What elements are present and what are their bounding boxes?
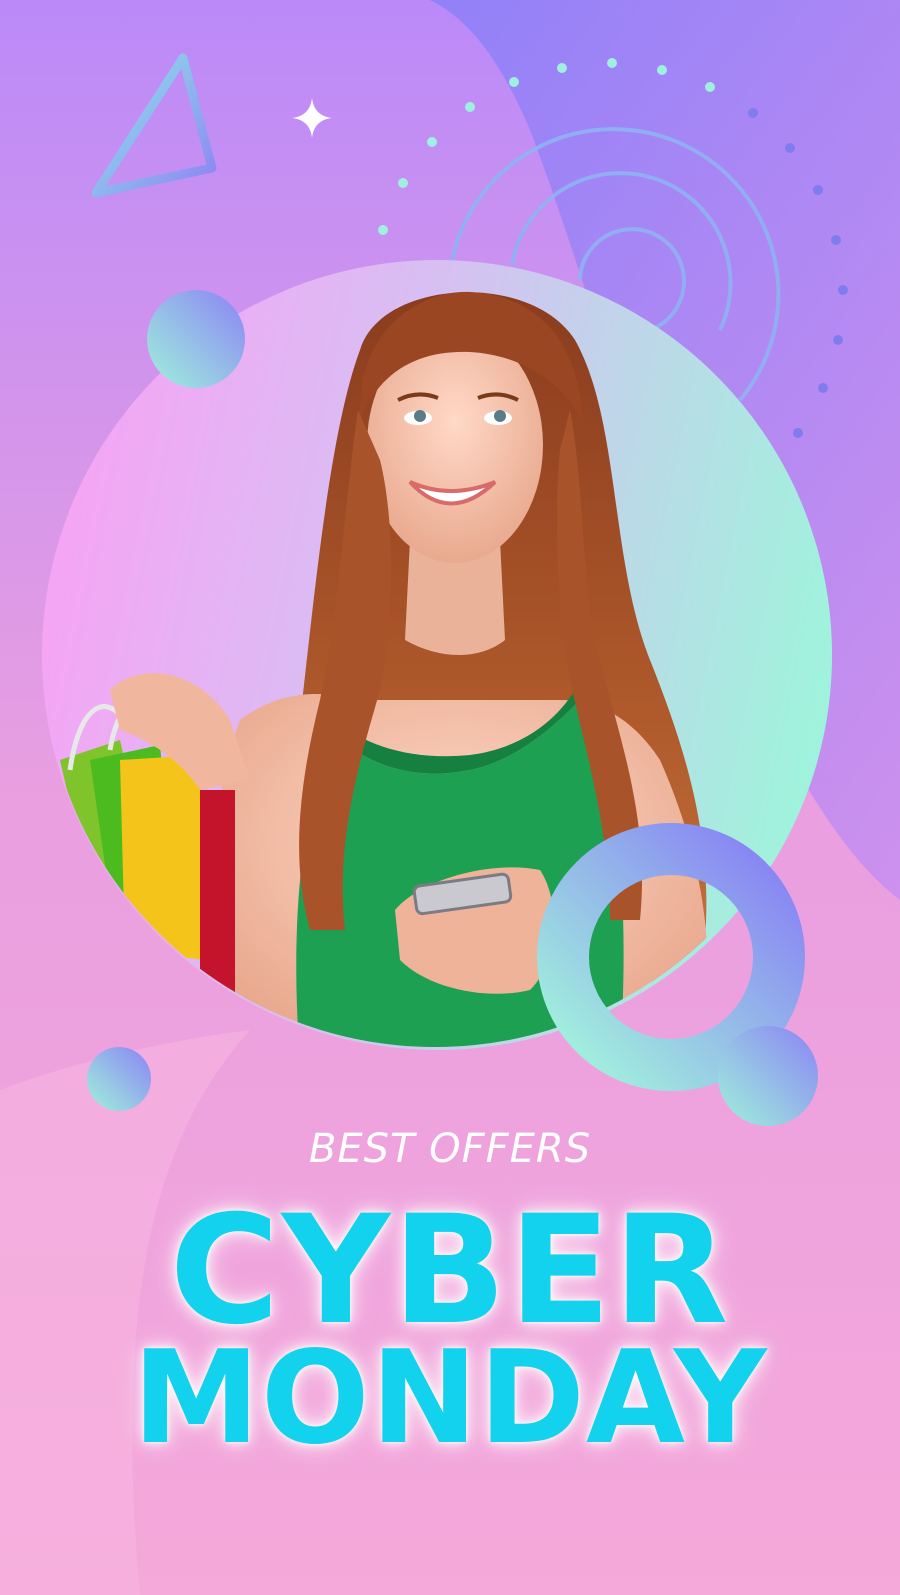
headline-monday: MONDAY bbox=[132, 1324, 768, 1473]
orb-decoration bbox=[147, 290, 245, 388]
orb-decoration bbox=[87, 1047, 151, 1111]
best-offers-subtitle: BEST OFFERS bbox=[308, 1126, 592, 1172]
orb-decoration bbox=[718, 1026, 818, 1126]
cyber-monday-poster: BEST OFFERS CYBER MONDAY bbox=[0, 0, 900, 1595]
